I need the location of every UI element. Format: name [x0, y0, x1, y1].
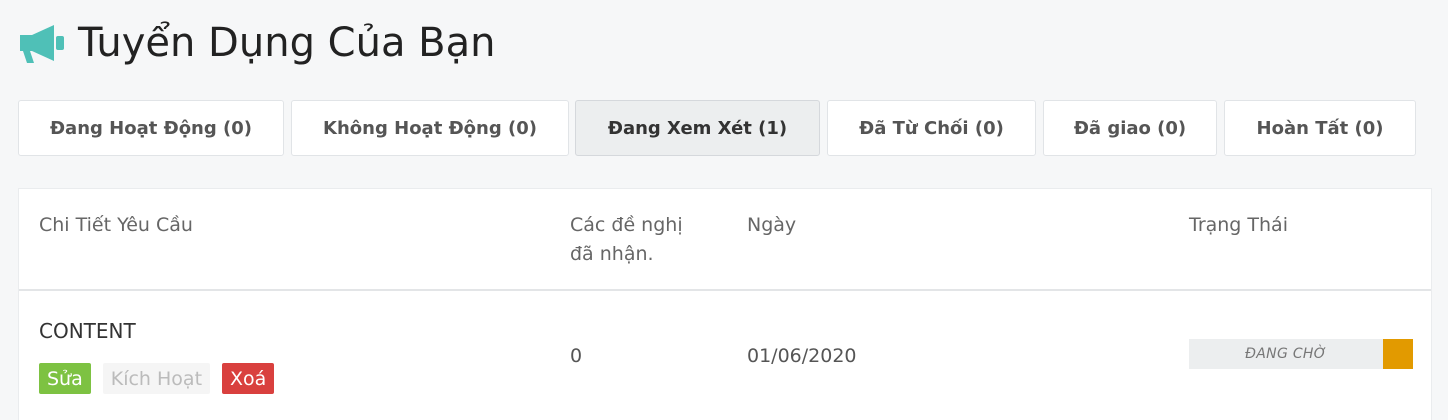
status-color-swatch — [1383, 339, 1413, 369]
activate-button[interactable]: Kích Hoạt — [102, 363, 211, 394]
status-label: ĐANG CHỜ — [1245, 346, 1327, 362]
table-header: Chi Tiết Yêu Cầu Các đề nghị đã nhận. Ng… — [19, 189, 1431, 291]
tab-active[interactable]: Đang Hoạt Động (0) — [18, 100, 284, 156]
requests-table: Chi Tiết Yêu Cầu Các đề nghị đã nhận. Ng… — [18, 188, 1432, 420]
tab-under-review[interactable]: Đang Xem Xét (1) — [575, 100, 820, 156]
page-header: Tuyển Dụng Của Bạn — [18, 16, 495, 70]
request-title: CONTENT — [39, 319, 136, 343]
column-header-offers: Các đề nghị đã nhận. — [570, 211, 683, 269]
tab-inactive[interactable]: Không Hoạt Động (0) — [291, 100, 569, 156]
edit-button[interactable]: Sửa — [39, 363, 91, 394]
tab-assigned[interactable]: Đã giao (0) — [1043, 100, 1217, 156]
table-row: CONTENT Sửa Kích Hoạt Xoá 0 01/06/2020 Đ… — [19, 293, 1431, 420]
column-header-status: Trạng Thái — [1189, 214, 1288, 236]
column-header-offers-line1: Các đề nghị — [570, 214, 683, 236]
page-title: Tuyển Dụng Của Bạn — [78, 20, 496, 66]
row-actions: Sửa Kích Hoạt Xoá — [39, 363, 275, 394]
column-header-date: Ngày — [747, 214, 797, 236]
tab-completed[interactable]: Hoàn Tất (0) — [1224, 100, 1416, 156]
column-header-details: Chi Tiết Yêu Cầu — [39, 214, 193, 236]
delete-button[interactable]: Xoá — [222, 363, 275, 394]
request-date: 01/06/2020 — [747, 345, 857, 367]
status-badge: ĐANG CHỜ — [1189, 339, 1413, 369]
megaphone-icon — [18, 21, 66, 65]
offers-count: 0 — [570, 345, 583, 367]
tab-rejected[interactable]: Đã Từ Chối (0) — [827, 100, 1036, 156]
column-header-offers-line2: đã nhận. — [570, 243, 654, 265]
